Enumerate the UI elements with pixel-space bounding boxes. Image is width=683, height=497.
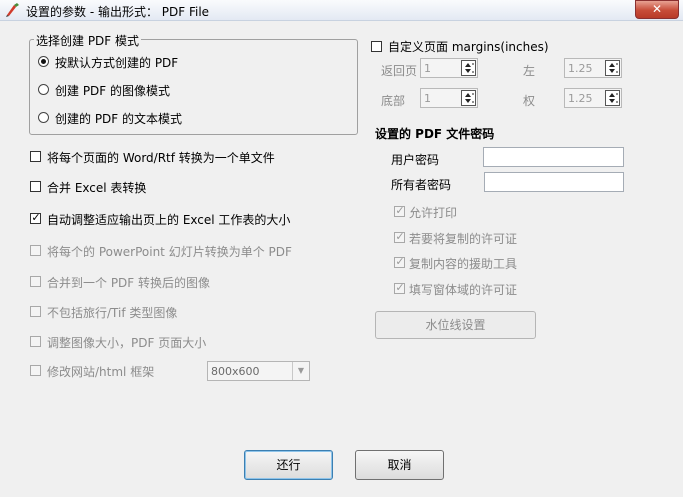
allow-print-label[interactable]: 允许打印 [409,204,457,221]
ppt-slides-label[interactable]: 将每个的 PowerPoint 幻灯片转换为单个 PDF [47,243,292,260]
copy-tools-checkbox[interactable]: ✓ [394,255,405,268]
ppt-slides-checkbox[interactable] [30,245,41,256]
margin-left-value: 1.25 [568,62,593,75]
window-title: 设置的参数 - 输出形式： PDF File [26,5,210,19]
spinner-arrows-icon[interactable] [605,60,620,76]
merge-images-checkbox[interactable] [30,276,41,287]
fill-forms-label[interactable]: 填写窗体域的许可证 [409,281,517,298]
frame-size-value: 800x600 [211,365,260,378]
user-password-label: 用户密码 [391,153,440,167]
spinner-arrows-icon[interactable] [461,90,476,106]
allow-print-checkbox[interactable]: ✓ [394,204,405,217]
mode-image-label[interactable]: 创建 PDF 的图像模式 [55,82,170,99]
mode-default-radio[interactable] [38,56,49,67]
margin-right-value: 1.25 [568,92,593,105]
html-frame-label[interactable]: 修改网站/html 框架 [47,363,154,380]
owner-password-label: 所有者密码 [391,178,452,192]
auto-fit-excel-checkbox[interactable]: ✓ [30,211,41,224]
margin-top-value: 1 [424,62,431,75]
allow-copy-checkbox[interactable]: ✓ [394,230,405,243]
html-frame-checkbox[interactable] [30,365,41,376]
resize-image-checkbox[interactable] [30,336,41,347]
copy-tools-label[interactable]: 复制内容的援助工具 [409,255,517,272]
margin-bottom-value: 1 [424,92,431,105]
custom-margins-label[interactable]: 自定义页面 margins(inches) [388,38,549,55]
merge-excel-label[interactable]: 合并 Excel 表转换 [47,179,146,196]
checkmark-icon: ✓ [395,255,405,268]
auto-fit-excel-label[interactable]: 自动调整适应输出页上的 Excel 工作表的大小 [47,211,290,228]
margin-left-label: 左 [523,64,536,78]
spinner-arrows-icon[interactable] [461,60,476,76]
pdf-mode-group-label: 选择创建 PDF 模式 [34,32,142,49]
mode-text-label[interactable]: 创建的 PDF 的文本模式 [55,110,182,127]
ok-button[interactable]: 还行 [244,450,333,480]
allow-copy-label[interactable]: 若要将复制的许可证 [409,230,517,247]
convert-word-rtf-checkbox[interactable] [30,151,41,162]
title-bar: 设置的参数 - 输出形式： PDF File ✕ [0,0,683,21]
mode-image-radio[interactable] [38,84,49,95]
mode-text-radio[interactable] [38,112,49,123]
checkmark-icon: ✓ [395,230,405,243]
checkmark-icon: ✓ [395,281,405,294]
no-tif-checkbox[interactable] [30,306,41,317]
watermark-button[interactable]: 水位线设置 [375,311,536,339]
merge-excel-checkbox[interactable] [30,181,41,192]
chevron-down-icon: ▼ [292,362,309,380]
security-title: 设置的 PDF 文件密码 [375,127,495,141]
close-icon: ✕ [651,2,663,16]
app-icon [6,3,19,17]
close-button[interactable]: ✕ [635,0,679,19]
custom-margins-checkbox[interactable] [371,41,382,52]
mode-default-label[interactable]: 按默认方式创建的 PDF [55,54,178,71]
margin-top-label: 返回页 [381,64,418,78]
margin-bottom-label: 底部 [381,94,406,108]
frame-size-select[interactable]: 800x600 ▼ [207,361,310,381]
checkmark-icon: ✓ [31,211,41,224]
owner-password-input[interactable] [484,172,624,192]
checkmark-icon: ✓ [395,204,405,217]
cancel-button[interactable]: 取消 [355,450,444,480]
resize-image-label[interactable]: 调整图像大小，PDF 页面大小 [47,334,206,351]
margin-right-label: 权 [523,94,536,108]
fill-forms-checkbox[interactable]: ✓ [394,281,405,294]
margin-bottom-spinner[interactable]: 1 [420,88,478,108]
margin-left-spinner[interactable]: 1.25 [564,58,622,78]
convert-word-rtf-label[interactable]: 将每个页面的 Word/Rtf 转换为一个单文件 [47,149,275,166]
merge-images-label[interactable]: 合并到一个 PDF 转换后的图像 [47,274,210,291]
margin-top-spinner[interactable]: 1 [420,58,478,78]
spinner-arrows-icon[interactable] [605,90,620,106]
no-tif-label[interactable]: 不包括旅行/Tif 类型图像 [47,304,177,321]
margin-right-spinner[interactable]: 1.25 [564,88,622,108]
user-password-input[interactable] [483,147,624,167]
